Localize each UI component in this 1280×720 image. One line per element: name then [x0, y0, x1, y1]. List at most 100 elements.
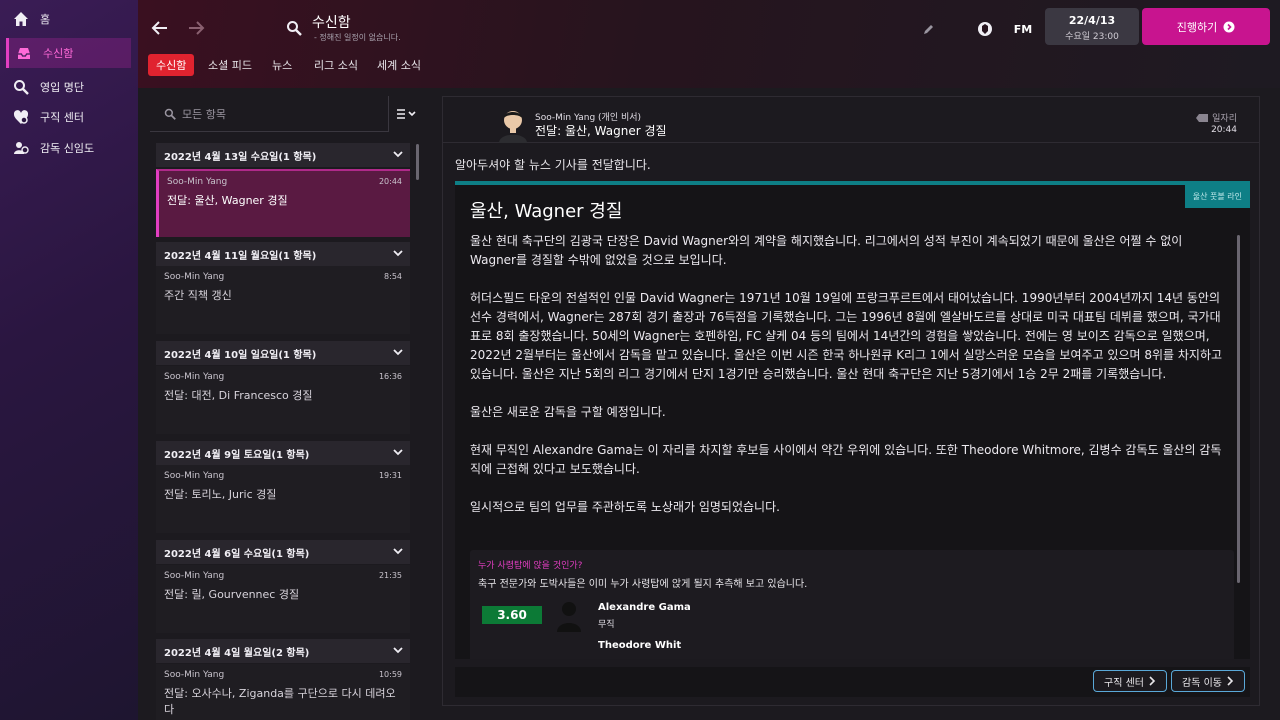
list-item[interactable]: Soo-Min Yang 21:35 전달: 릴, Gourvennec 경질: [156, 565, 410, 633]
article-title: 울산, Wagner 경질: [470, 197, 622, 223]
message-time: 20:44: [1211, 125, 1237, 135]
category-label: 일자리: [1212, 114, 1237, 124]
message-sender: Soo-Min Yang: [164, 372, 225, 382]
group-label: 2022년 4월 11일 월요일(1 항목): [164, 250, 317, 262]
date-group-header[interactable]: 2022년 4월 4일 월요일(2 항목): [156, 639, 410, 663]
message-subject: 전달: 오사수나, Ziganda를 구단으로 다시 데려오다: [164, 687, 396, 716]
arrow-right-icon: [189, 21, 205, 35]
nav-item-label: 감독 신임도: [40, 142, 95, 155]
chevron-right-icon: [1227, 676, 1234, 686]
button-label: 감독 이동: [1182, 677, 1222, 689]
search-icon: [12, 78, 30, 96]
nav-item-manager-confidence[interactable]: 감독 신임도: [6, 133, 131, 163]
current-day-time: 수요일 23:00: [1065, 32, 1119, 42]
search-icon: [287, 21, 302, 36]
button-label: 구직 센터: [1104, 677, 1144, 689]
chevron-down-icon: [393, 548, 403, 555]
message-time: 21:35: [378, 571, 402, 580]
chevron-right-circle-icon: [1223, 21, 1235, 32]
job-centre-button[interactable]: 구직 센터: [1093, 670, 1167, 692]
filter-button[interactable]: [388, 96, 424, 132]
nav-item-job-centre[interactable]: 구직 센터: [6, 102, 131, 132]
chevron-right-icon: [1149, 676, 1156, 686]
message-time: 19:31: [378, 471, 402, 480]
top-header: 수신함 - 정해진 일정이 없습니다. FM 22/4/13 수요일 23:00…: [138, 0, 1280, 88]
manager-prediction: 누가 사령탑에 앉을 것인가? 축구 전문가와 도박사들은 이미 누가 사령탑에…: [470, 550, 1234, 659]
group-label: 2022년 4월 13일 수요일(1 항목): [164, 151, 317, 163]
edit-button[interactable]: [920, 20, 938, 38]
message-time: 20:44: [378, 177, 402, 186]
message-subject: 전달: 대전, Di Francesco 경질: [164, 389, 313, 402]
nav-item-label: 홈: [40, 13, 51, 26]
group-label: 2022년 4월 9일 토요일(1 항목): [164, 449, 310, 461]
list-filter-icon: [396, 109, 416, 119]
forward-button[interactable]: [184, 16, 208, 40]
continue-button[interactable]: 진행하기: [1142, 8, 1270, 45]
list-item[interactable]: Soo-Min Yang 8:54 주간 직책 갱신: [156, 266, 410, 334]
list-item[interactable]: Soo-Min Yang 16:36 전달: 대전, Di Francesco …: [156, 366, 410, 434]
left-navigation: 홈 수신함 영입 명단 구직 센터 감독 신임도: [0, 0, 138, 720]
message-time: 16:36: [378, 372, 402, 381]
arrow-left-icon: [151, 21, 167, 35]
manager-confidence-icon: [12, 139, 30, 157]
news-source-badge[interactable]: 울산 풋볼 라인: [1184, 185, 1250, 208]
list-item[interactable]: Soo-Min Yang 19:31 전달: 토리노, Juric 경질: [156, 465, 410, 533]
nav-item-shortlist[interactable]: 영입 명단: [6, 72, 131, 102]
fm-menu-button[interactable]: FM: [1012, 18, 1034, 40]
article-paragraph: 울산은 새로운 감독을 구할 예정입니다.: [470, 405, 666, 419]
avatar[interactable]: [497, 107, 529, 143]
tab-inbox[interactable]: 수신함: [148, 54, 195, 76]
message-detail: Soo-Min Yang (개인 비서) 전달: 울산, Wagner 경질 일…: [442, 96, 1260, 706]
message-search-input[interactable]: 모든 항목: [150, 96, 388, 132]
message-sender: Soo-Min Yang: [164, 272, 225, 282]
date-group-header[interactable]: 2022년 4월 13일 수요일(1 항목): [156, 143, 410, 167]
tab-news[interactable]: 뉴스: [264, 54, 300, 76]
nav-item-home[interactable]: 홈: [6, 4, 131, 34]
job-centre-icon: [12, 108, 30, 126]
group-label: 2022년 4월 4일 월요일(2 항목): [164, 647, 310, 659]
page-title: 수신함: [312, 15, 351, 31]
date-group-header[interactable]: 2022년 4월 9일 토요일(1 항목): [156, 441, 410, 465]
article-body: 울산 현대 축구단의 김광국 단장은 David Wagner와의 계약을 해지…: [470, 232, 1230, 536]
candidate-name[interactable]: Alexandre Gama: [598, 602, 691, 613]
date-display[interactable]: 22/4/13 수요일 23:00: [1045, 8, 1139, 45]
page-subtitle: - 정해진 일정이 없습니다.: [314, 33, 401, 42]
list-item[interactable]: Soo-Min Yang 10:59 전달: 오사수나, Ziganda를 구단…: [156, 664, 410, 720]
home-icon: [12, 10, 30, 28]
person-silhouette-icon: [557, 602, 581, 632]
news-article: 울산 풋볼 라인 울산, Wagner 경질 울산 현대 축구단의 김광국 단장…: [455, 181, 1250, 659]
continue-label: 진행하기: [1176, 20, 1218, 34]
nav-item-inbox[interactable]: 수신함: [6, 38, 131, 68]
message-header: Soo-Min Yang (개인 비서) 전달: 울산, Wagner 경질 일…: [443, 97, 1259, 143]
search-icon: [164, 108, 176, 120]
inbox-icon: [15, 44, 33, 62]
date-group-header[interactable]: 2022년 4월 10일 일요일(1 항목): [156, 341, 410, 365]
chevron-down-icon: [393, 250, 403, 257]
chevron-down-icon: [393, 449, 403, 456]
club-button[interactable]: [974, 18, 996, 40]
tab-world-news[interactable]: 세계 소식: [369, 54, 429, 76]
message-time: 10:59: [378, 670, 402, 679]
list-scrollbar[interactable]: [416, 144, 419, 180]
tab-league-news[interactable]: 리그 소식: [306, 54, 366, 76]
chevron-down-icon: [393, 151, 403, 158]
date-group-header[interactable]: 2022년 4월 6일 수요일(1 항목): [156, 540, 410, 564]
message-category[interactable]: 일자리: [1196, 111, 1237, 124]
chevron-down-icon: [393, 349, 403, 356]
manager-move-button[interactable]: 감독 이동: [1171, 670, 1245, 692]
group-label: 2022년 4월 10일 일요일(1 항목): [164, 349, 317, 361]
nav-item-label: 영입 명단: [40, 81, 84, 94]
message-subject: 전달: 울산, Wagner 경질: [535, 124, 667, 138]
message-actions: 구직 센터 감독 이동: [455, 667, 1250, 697]
list-item[interactable]: Soo-Min Yang 20:44 전달: 울산, Wagner 경질: [156, 169, 410, 237]
article-scrollbar[interactable]: [1237, 235, 1240, 583]
candidate-name[interactable]: Theodore Whit: [598, 640, 681, 651]
date-group-header[interactable]: 2022년 4월 11일 월요일(1 항목): [156, 242, 410, 266]
back-button[interactable]: [148, 16, 172, 40]
article-paragraph: 일시적으로 팀의 업무를 주관하도록 노상래가 임명되었습니다.: [470, 500, 780, 514]
tab-social-feed[interactable]: 소셜 피드: [200, 54, 260, 76]
pencil-icon: [924, 25, 933, 34]
search-button[interactable]: [284, 18, 304, 38]
message-list: 모든 항목 2022년 4월 13일 수요일(1 항목) Soo-Min Yan…: [150, 96, 426, 720]
nav-item-label: 수신함: [43, 47, 74, 60]
